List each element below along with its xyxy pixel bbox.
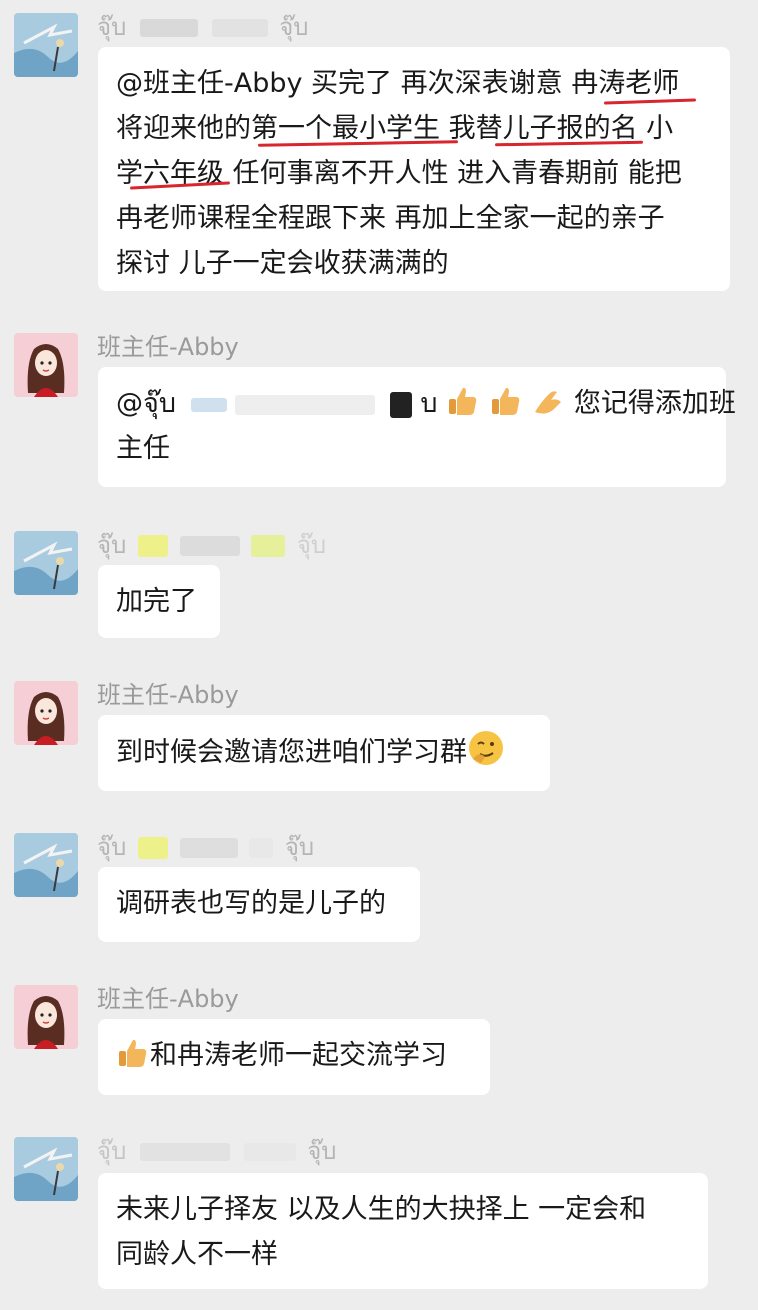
sender-suffix: จุ๊บ — [307, 1137, 337, 1165]
sender-suffix: จุ๊บ — [279, 13, 309, 41]
message-bubble[interactable]: 加完了 — [98, 565, 220, 638]
sender-name: จุ๊บ จุ๊บ — [97, 1136, 337, 1166]
sender-text: จุ๊บ — [97, 13, 127, 41]
blurred-name — [137, 837, 168, 859]
sender-text: จุ๊บ — [97, 1137, 127, 1165]
sender-suffix: จุ๊บ — [284, 833, 315, 861]
sender-text: จุ๊บ — [97, 531, 127, 559]
message-1: จุ๊บ จุ๊บ @班主任-Abby 买完了 再次深表谢意 冉涛老师 将迎来他… — [0, 0, 758, 300]
blurred-name — [137, 535, 168, 557]
avatar[interactable] — [14, 681, 78, 745]
sender-name: 班主任-Abby — [97, 333, 239, 361]
mention-suffix: บ — [420, 388, 438, 419]
girl-cartoon-avatar-icon — [14, 681, 78, 745]
message-text: 和冉涛老师一起交流学习 — [150, 1040, 447, 1071]
thinking-smile-icon — [469, 731, 503, 765]
blurred-name — [251, 535, 286, 557]
pinching-hand-icon — [535, 391, 562, 414]
message-text: 到时候会邀请您进咱们学习群 — [116, 737, 467, 768]
thumbs-up-icon — [449, 387, 477, 415]
sender-suffix: จุ๊บ — [296, 531, 327, 559]
message-bubble[interactable]: 未来儿子择友 以及人生的大抉择上 一定会和 同龄人不一样 — [98, 1173, 708, 1289]
message-line: @จุ๊บ บ 您记得添加班 — [116, 381, 736, 426]
blurred-name — [139, 19, 198, 37]
message-bubble[interactable]: 和冉涛老师一起交流学习 — [98, 1019, 490, 1095]
mention-text: @จุ๊บ — [116, 388, 176, 419]
message-bubble[interactable]: 到时候会邀请您进咱们学习群 — [98, 715, 550, 791]
message-line: 探讨 儿子一定会收获满满的 — [116, 248, 449, 279]
message-7: จุ๊บ จุ๊บ 未来儿子择友 以及人生的大抉择上 一定会和 同龄人不一样 — [0, 1126, 758, 1310]
avatar[interactable] — [14, 333, 78, 397]
blurred-name — [190, 397, 227, 412]
message-line: 到时候会邀请您进咱们学习群 — [116, 729, 532, 775]
message-line: 主任 — [116, 433, 170, 464]
message-4: 班主任-Abby 到时候会邀请您进咱们学习群 — [0, 670, 758, 800]
message-line: 和冉涛老师一起交流学习 — [116, 1033, 472, 1078]
message-line: 冉老师课程全程跟下来 再加上全家一起的亲子 — [116, 203, 665, 234]
sky-scenery-avatar-icon — [14, 833, 78, 897]
message-line: 将迎来他的第一个最小学生 我替儿子报的名 小 — [116, 113, 674, 144]
sender-name: จุ๊บ จุ๊บ — [97, 832, 314, 862]
message-3: จุ๊บ จุ๊บ 加完了 — [0, 520, 758, 650]
sender-name: 班主任-Abby — [97, 681, 239, 709]
blurred-name — [211, 19, 268, 37]
sky-scenery-avatar-icon — [14, 531, 78, 595]
blurred-name — [179, 536, 240, 556]
message-2: 班主任-Abby @จุ๊บ บ 您记得添加班 主任 — [0, 320, 758, 500]
message-bubble[interactable]: @จุ๊บ บ 您记得添加班 主任 — [98, 367, 736, 487]
blurred-name — [249, 838, 274, 858]
blurred-name — [179, 838, 238, 858]
message-line: 调研表也写的是儿子的 — [116, 888, 386, 919]
message-line: 学六年级 任何事离不开人性 进入青春期前 能把 — [116, 158, 682, 189]
blurred-name — [139, 1143, 230, 1161]
blurred-name — [389, 391, 412, 418]
girl-cartoon-avatar-icon — [14, 333, 78, 397]
message-line: 加完了 — [116, 586, 197, 617]
thumbs-up-icon — [491, 387, 519, 415]
message-5: จุ๊บ จุ๊บ 调研表也写的是儿子的 — [0, 822, 758, 952]
sender-name: จุ๊บ จุ๊บ — [97, 530, 326, 560]
message-line: @班主任-Abby 买完了 再次深表谢意 冉涛老师 — [116, 68, 680, 99]
girl-cartoon-avatar-icon — [14, 985, 78, 1049]
sender-name: 班主任-Abby — [97, 985, 239, 1013]
sender-text: จุ๊บ — [97, 833, 127, 861]
avatar[interactable] — [14, 531, 78, 595]
message-line: 同龄人不一样 — [116, 1239, 278, 1270]
blurred-name — [235, 394, 376, 415]
message-bubble[interactable]: @班主任-Abby 买完了 再次深表谢意 冉涛老师 将迎来他的第一个最小学生 我… — [98, 47, 730, 291]
thumbs-up-icon — [119, 1039, 147, 1067]
chat-view: จุ๊บ จุ๊บ @班主任-Abby 买完了 再次深表谢意 冉涛老师 将迎来他… — [0, 0, 758, 1310]
avatar[interactable] — [14, 13, 78, 77]
sky-scenery-avatar-icon — [14, 13, 78, 77]
message-text: 您记得添加班 — [573, 388, 736, 419]
message-line: 未来儿子择友 以及人生的大抉择上 一定会和 — [116, 1194, 647, 1225]
avatar[interactable] — [14, 1137, 78, 1201]
avatar[interactable] — [14, 833, 78, 897]
sender-name: จุ๊บ จุ๊บ — [97, 12, 309, 42]
avatar[interactable] — [14, 985, 78, 1049]
message-bubble[interactable]: 调研表也写的是儿子的 — [98, 867, 420, 942]
sky-scenery-avatar-icon — [14, 1137, 78, 1201]
blurred-name — [243, 1143, 296, 1161]
message-6: 班主任-Abby 和冉涛老师一起交流学习 — [0, 974, 758, 1104]
